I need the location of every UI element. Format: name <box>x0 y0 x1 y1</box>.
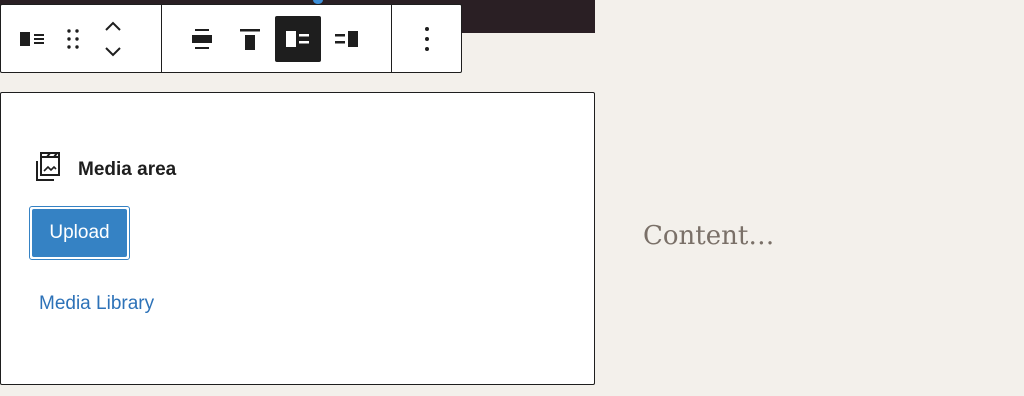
align-center-button[interactable] <box>179 16 225 62</box>
media-left-button[interactable] <box>275 15 321 62</box>
upload-button-label: Upload <box>32 209 127 257</box>
block-type-button[interactable] <box>15 16 51 62</box>
drag-handle-button[interactable] <box>55 16 91 62</box>
toolbar-group-options <box>391 5 461 72</box>
move-up-down-icon <box>103 19 123 59</box>
upload-button[interactable]: Upload <box>29 206 130 260</box>
media-right-icon <box>333 29 359 49</box>
media-left-icon <box>285 29 311 49</box>
toolbar-group-alignment <box>161 5 391 72</box>
move-up-down-button[interactable] <box>95 16 131 62</box>
content-placeholder[interactable]: Content… <box>643 221 774 251</box>
placeholder-title: Media area <box>78 158 177 180</box>
placeholder-header: Media area <box>32 151 176 188</box>
more-options-icon <box>423 26 431 52</box>
media-right-button[interactable] <box>323 16 369 62</box>
block-type-icon <box>19 29 47 49</box>
media-placeholder: Media area Upload Media Library <box>0 92 595 385</box>
media-area-icon <box>32 151 64 188</box>
more-options-button[interactable] <box>409 16 445 62</box>
media-library-link[interactable]: Media Library <box>39 293 154 315</box>
align-top-icon <box>238 27 262 51</box>
drag-handle-icon <box>65 27 81 51</box>
align-top-button[interactable] <box>227 16 273 62</box>
toolbar-group-block <box>1 5 161 72</box>
block-toolbar <box>0 4 462 73</box>
align-center-icon <box>190 27 214 51</box>
